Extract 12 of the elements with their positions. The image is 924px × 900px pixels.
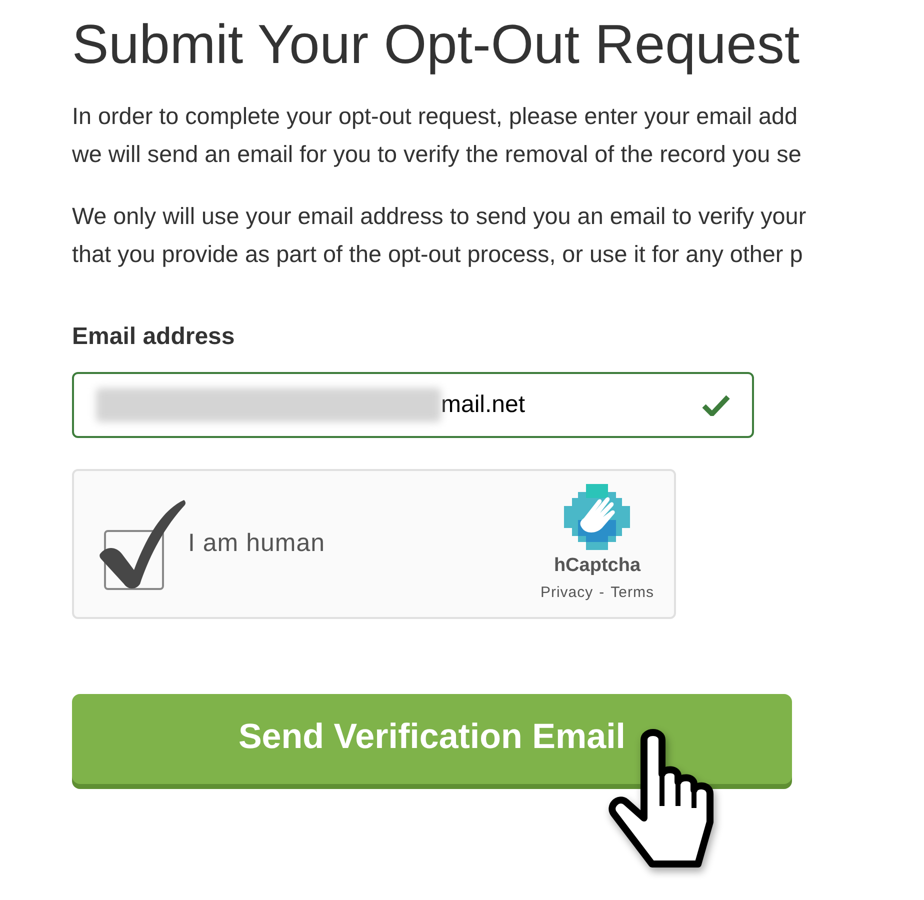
footer-link[interactable]: Privacy (540, 582, 594, 604)
page-heading: Submit Your Opt-Out Request (72, 12, 801, 77)
field-label: Email address (72, 322, 235, 352)
captcha-label: I am human (188, 528, 326, 560)
brand-name: hCaptcha (554, 554, 641, 578)
paragraph: We only will use your email address to send you an email to verify your that you provide as part of the opt-out process, or use it for any other p (72, 202, 808, 269)
separator-text: - (599, 583, 605, 603)
hand-logo-icon (564, 484, 630, 550)
footer-link[interactable]: Terms (610, 582, 654, 604)
captcha-checkbox[interactable] (98, 498, 188, 590)
email-field[interactable]: mail.net (72, 372, 754, 438)
paragraph: In order to complete your opt-out request, please enter your email add we will send an email for you to verify the removal of the record you se (72, 102, 802, 169)
